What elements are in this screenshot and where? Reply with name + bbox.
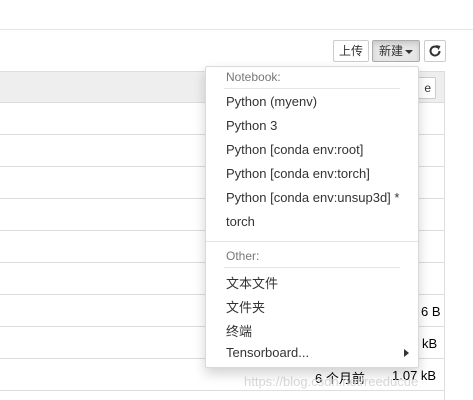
submenu-arrow-icon [404, 349, 409, 357]
upload-button[interactable]: 上传 [333, 40, 369, 62]
list-right-border [444, 103, 445, 400]
menu-item-python-myenv[interactable]: Python (myenv) [226, 94, 317, 109]
other-header: Other: [226, 249, 260, 263]
menu-divider [224, 88, 400, 89]
caret-down-icon [405, 49, 413, 54]
menu-item-conda-torch[interactable]: Python [conda env:torch] [226, 166, 370, 181]
menu-item-text-file[interactable]: 文本文件 [226, 273, 278, 292]
menu-item-tensorboard[interactable]: Tensorboard... [226, 345, 309, 360]
notebook-header: Notebook: [226, 70, 281, 84]
new-dropdown-menu: Notebook: Python (myenv) Python 3 Python… [205, 66, 419, 368]
menu-item-terminal[interactable]: 终端 [226, 321, 252, 340]
refresh-icon [429, 45, 441, 57]
new-dropdown-button[interactable]: 新建 [372, 40, 420, 62]
new-button-label: 新建 [378, 44, 403, 58]
menu-item-folder[interactable]: 文件夹 [226, 297, 265, 316]
header-divider [0, 29, 473, 30]
menu-item-torch[interactable]: torch [226, 214, 255, 229]
watermark: https://blog.csdn.net/reeducue [244, 374, 419, 389]
refresh-button[interactable] [424, 40, 446, 62]
menu-item-python3[interactable]: Python 3 [226, 118, 277, 133]
menu-item-conda-root[interactable]: Python [conda env:root] [226, 142, 363, 157]
file-size: 6 B [421, 304, 441, 319]
file-size: kB [422, 336, 438, 351]
menu-section-divider [206, 241, 418, 242]
menu-divider [224, 267, 400, 268]
menu-item-conda-unsup3d[interactable]: Python [conda env:unsup3d] * [226, 190, 399, 205]
